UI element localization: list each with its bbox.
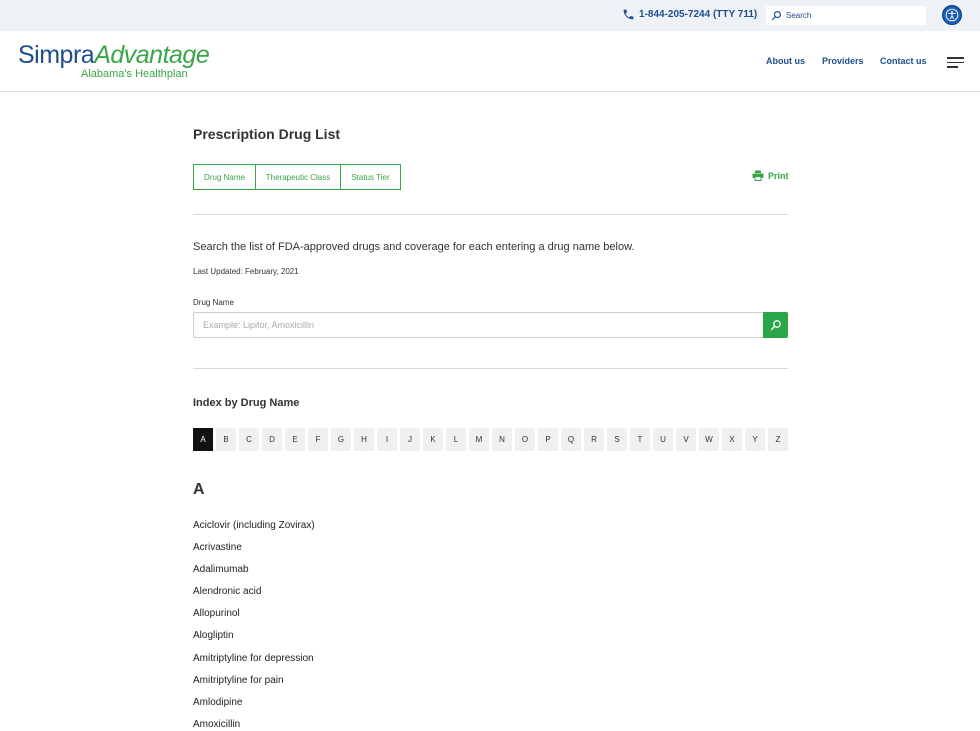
tab-status-tier[interactable]: Status Tier <box>340 164 401 190</box>
tab-drug-name[interactable]: Drug Name <box>193 164 256 190</box>
site-search-input[interactable] <box>786 11 916 20</box>
search-icon <box>771 11 781 21</box>
print-label: Print <box>768 170 789 181</box>
index-letter-x[interactable]: X <box>722 428 742 451</box>
section-letter-heading: A <box>193 481 205 498</box>
index-letter-n[interactable]: N <box>492 428 512 451</box>
search-mode-tabs: Drug Name Therapeutic Class Status Tier <box>193 164 401 190</box>
index-letter-h[interactable]: H <box>354 428 374 451</box>
index-letter-p[interactable]: P <box>538 428 558 451</box>
drug-list: Aciclovir (including Zovirax) Acrivastine… <box>193 520 315 731</box>
index-letter-s[interactable]: S <box>607 428 627 451</box>
drug-search-button[interactable] <box>763 312 788 338</box>
drug-list-item[interactable]: Allopurinol <box>193 608 315 630</box>
index-letter-g[interactable]: G <box>331 428 351 451</box>
site-header: SimpraAdvantage Alabama's Healthplan Abo… <box>0 31 980 92</box>
nav-about-us[interactable]: About us <box>766 56 805 66</box>
search-icon <box>770 320 781 331</box>
logo-wordmark: SimpraAdvantage <box>18 41 210 70</box>
page-title: Prescription Drug List <box>193 126 341 142</box>
alphabet-index: ABCDEFGHIJKLMNOPQRSTUVWXYZ <box>193 428 788 451</box>
nav-providers[interactable]: Providers <box>822 56 864 66</box>
drug-list-item[interactable]: Acrivastine <box>193 542 315 564</box>
drug-name-input[interactable] <box>193 312 764 338</box>
index-letter-o[interactable]: O <box>515 428 535 451</box>
index-letter-y[interactable]: Y <box>745 428 765 451</box>
accessibility-icon <box>945 8 959 22</box>
section-divider <box>193 214 788 215</box>
index-letter-v[interactable]: V <box>676 428 696 451</box>
top-utility-bar: 1-844-205-7244 (TTY 711) <box>0 0 980 31</box>
index-letter-c[interactable]: C <box>239 428 259 451</box>
phone-link[interactable]: 1-844-205-7244 (TTY 711) <box>622 8 757 21</box>
index-letter-z[interactable]: Z <box>768 428 788 451</box>
logo-tagline: Alabama's Healthplan <box>81 68 188 80</box>
simpra-advantage-logo[interactable]: SimpraAdvantage Alabama's Healthplan <box>18 41 210 83</box>
drug-list-item[interactable]: Amlodipine <box>193 697 315 719</box>
phone-icon <box>623 9 634 20</box>
drug-name-label: Drug Name <box>193 298 234 307</box>
drug-list-item[interactable]: Amitriptyline for depression <box>193 653 315 675</box>
tab-therapeutic-class[interactable]: Therapeutic Class <box>255 164 341 190</box>
section-divider <box>193 368 788 369</box>
drug-list-item[interactable]: Aciclovir (including Zovirax) <box>193 520 315 542</box>
index-letter-t[interactable]: T <box>630 428 650 451</box>
index-letter-f[interactable]: F <box>308 428 328 451</box>
site-search[interactable] <box>766 6 926 25</box>
index-letter-e[interactable]: E <box>285 428 305 451</box>
index-letter-u[interactable]: U <box>653 428 673 451</box>
index-title: Index by Drug Name <box>193 397 300 409</box>
printer-icon <box>752 170 764 181</box>
nav-contact-us[interactable]: Contact us <box>880 56 927 66</box>
drug-list-item[interactable]: Alogliptin <box>193 630 315 652</box>
drug-list-item[interactable]: Alendronic acid <box>193 586 315 608</box>
logo-primary: Simpra <box>18 41 95 69</box>
last-updated-text: Last Updated: February, 2021 <box>193 267 299 276</box>
print-button[interactable]: Print <box>752 170 789 181</box>
index-letter-w[interactable]: W <box>699 428 719 451</box>
index-letter-q[interactable]: Q <box>561 428 581 451</box>
accessibility-button[interactable] <box>942 5 962 25</box>
logo-secondary: Advantage <box>94 41 210 69</box>
index-letter-m[interactable]: M <box>469 428 489 451</box>
hamburger-menu-icon[interactable] <box>947 57 964 68</box>
drug-list-item[interactable]: Amoxicillin <box>193 719 315 731</box>
search-intro-text: Search the list of FDA-approved drugs an… <box>193 241 635 253</box>
index-letter-j[interactable]: J <box>400 428 420 451</box>
index-letter-d[interactable]: D <box>262 428 282 451</box>
drug-list-item[interactable]: Adalimumab <box>193 564 315 586</box>
index-letter-r[interactable]: R <box>584 428 604 451</box>
index-letter-i[interactable]: I <box>377 428 397 451</box>
drug-list-item[interactable]: Amitriptyline for pain <box>193 675 315 697</box>
index-letter-k[interactable]: K <box>423 428 443 451</box>
index-letter-b[interactable]: B <box>216 428 236 451</box>
index-letter-l[interactable]: L <box>446 428 466 451</box>
index-letter-a[interactable]: A <box>193 428 213 451</box>
phone-number: 1-844-205-7244 (TTY 711) <box>639 9 758 20</box>
